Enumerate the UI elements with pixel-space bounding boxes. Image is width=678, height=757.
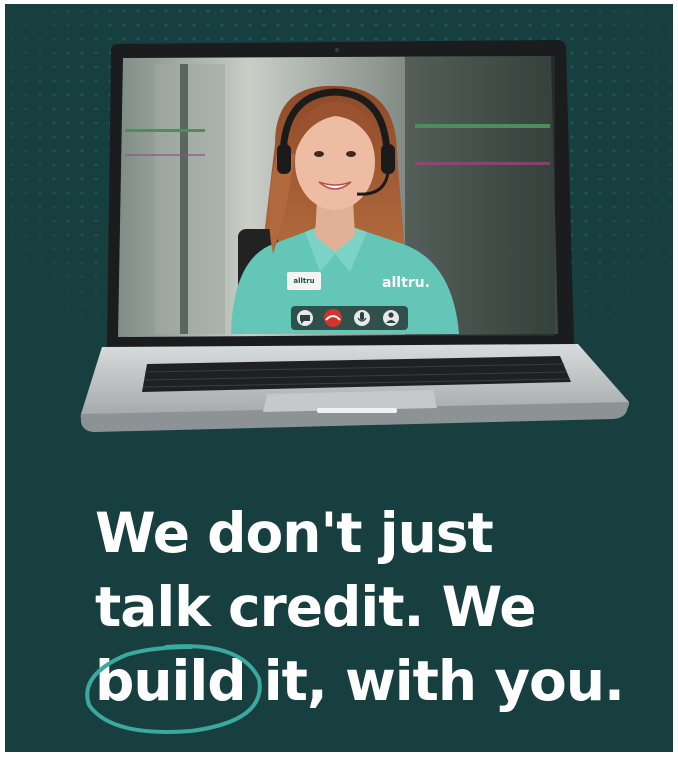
call-controls-bar	[291, 306, 408, 330]
microphone-icon[interactable]	[354, 310, 370, 326]
shirt-brand-logo: alltru.	[382, 275, 430, 291]
webcam-icon	[335, 48, 339, 52]
name-badge: alltru	[293, 277, 314, 285]
circle-highlight-stroke	[85, 644, 262, 734]
user-icon[interactable]	[383, 310, 399, 326]
laptop-screen: alltru alltru.	[107, 40, 574, 347]
laptop-illustration: alltru alltru.	[80, 40, 629, 432]
hero-panel: alltru alltru. We don't just talk credit…	[5, 4, 673, 752]
hang-up-icon[interactable]	[324, 309, 342, 327]
chat-icon[interactable]	[297, 310, 313, 326]
headline-line-1: We don't just	[95, 501, 494, 565]
headline-line-3-rest: it, with you.	[245, 649, 625, 713]
headline-line-2: talk credit. We	[95, 575, 537, 639]
laptop-keyboard-base	[80, 344, 629, 432]
